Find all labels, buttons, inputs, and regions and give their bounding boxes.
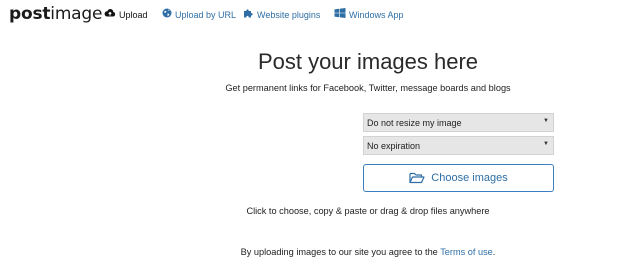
globe-icon: [162, 8, 172, 21]
terms-of-use-link[interactable]: Terms of use: [440, 247, 493, 257]
terms-suffix: .: [492, 247, 496, 257]
resize-select[interactable]: Do not resize my image ▼: [363, 113, 554, 132]
nav-upload[interactable]: Upload: [104, 8, 148, 21]
page-subtitle: Get permanent links for Facebook, Twitte…: [225, 83, 511, 93]
nav-upload-by-url[interactable]: Upload by URL: [162, 8, 236, 21]
windows-icon: [334, 8, 346, 21]
nav-website-plugins[interactable]: Website plugins: [243, 8, 320, 21]
top-nav: postimage Upload Upload by URL Website p…: [0, 0, 640, 30]
page: postimage Upload Upload by URL Website p…: [0, 0, 640, 277]
logo-post: post: [9, 4, 51, 24]
terms-notice: By uploading images to our site you agre…: [186, 246, 550, 258]
choose-images-label: Choose images: [431, 172, 508, 184]
caret-down-icon: ▼: [543, 141, 549, 147]
nav-windows-app[interactable]: Windows App: [334, 8, 404, 21]
terms-prefix: By uploading images to our site you agre…: [240, 247, 441, 257]
nav-website-plugins-label: Website plugins: [257, 9, 321, 20]
nav-windows-app-label: Windows App: [349, 9, 404, 20]
expiration-select-value: No expiration: [367, 140, 421, 151]
caret-down-icon: ▼: [543, 118, 549, 124]
upload-hint: Click to choose, copy & paste or drag & …: [246, 206, 490, 216]
nav-upload-by-url-label: Upload by URL: [175, 9, 237, 20]
hero: Post your images here: [0, 49, 640, 75]
logo[interactable]: postimage: [9, 5, 102, 23]
choose-images-button[interactable]: Choose images: [363, 164, 554, 192]
page-title: Post your images here: [257, 49, 479, 74]
puzzle-icon: [243, 8, 254, 21]
nav-upload-label: Upload: [119, 9, 148, 20]
resize-select-value: Do not resize my image: [367, 117, 462, 128]
folder-open-icon: [409, 172, 425, 184]
cloud-upload-icon: [104, 8, 116, 21]
expiration-select[interactable]: No expiration ▼: [363, 136, 554, 155]
logo-image: image: [50, 4, 103, 24]
